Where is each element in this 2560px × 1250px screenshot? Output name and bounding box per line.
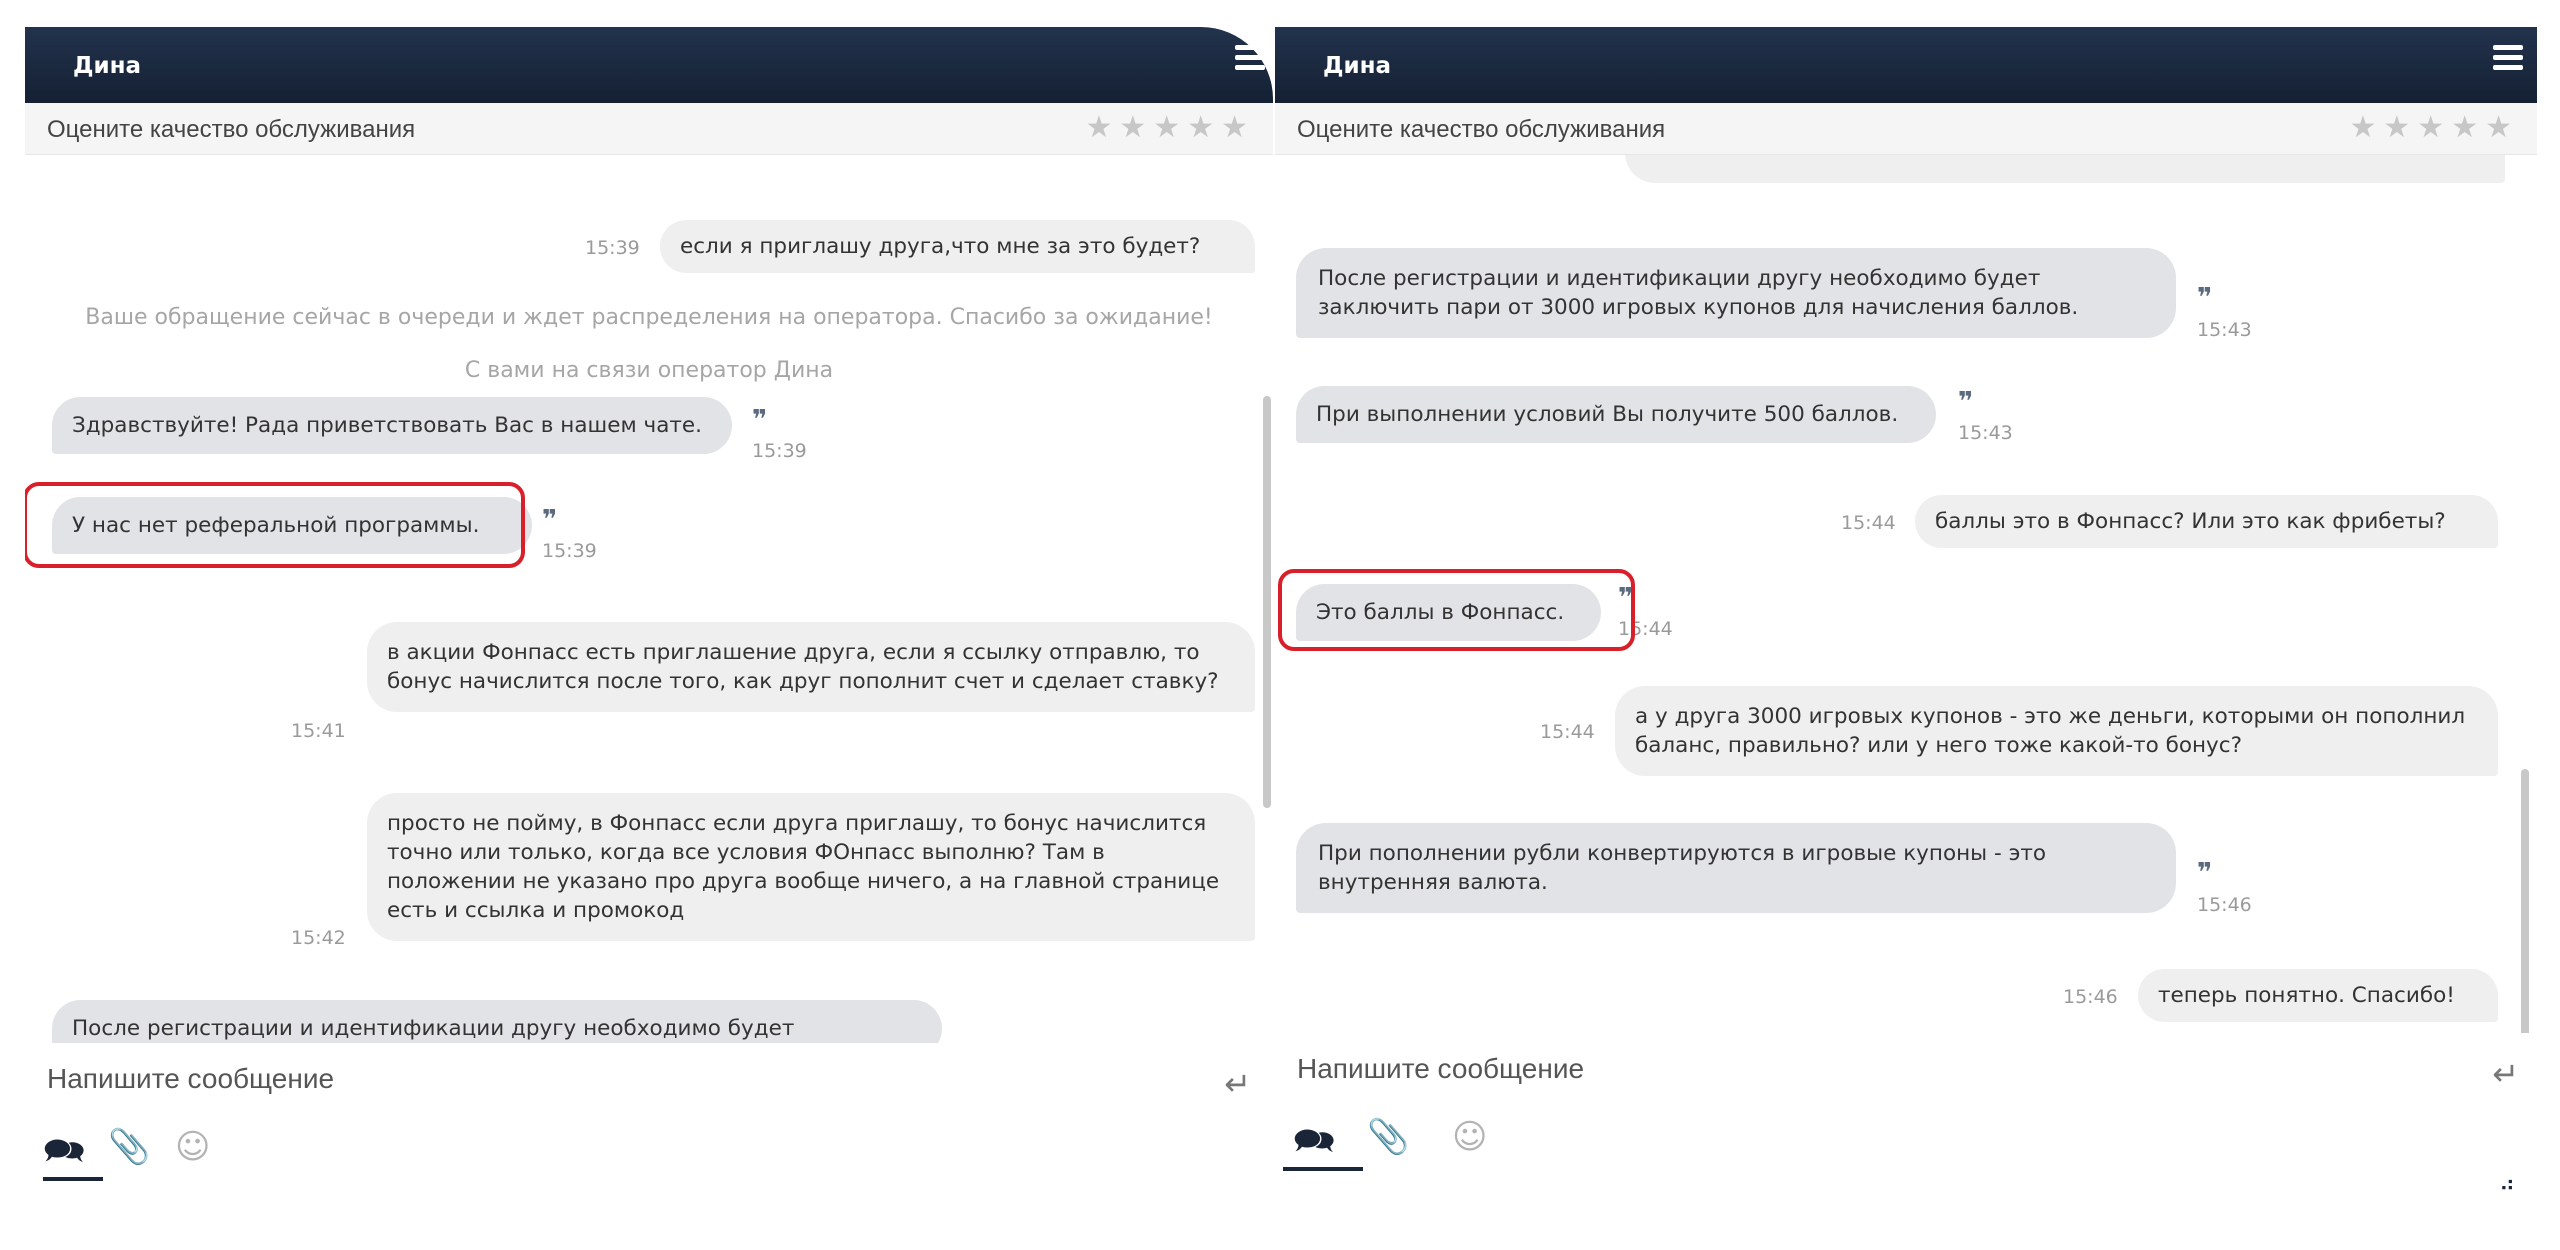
message-time: 15:39 [752,440,807,462]
message-time: 15:46 [2063,986,2118,1008]
rating-stars[interactable]: ★★★★★ [1086,110,1255,145]
enter-icon[interactable]: ↵ [2492,1055,2519,1093]
quote-icon: ❞ [1958,387,1974,417]
scrollbar[interactable] [1263,396,1271,808]
chat-bubbles-icon[interactable]: 🗪 [1293,1117,1335,1174]
chat-header: Дина [1275,27,2537,103]
quote-icon: ❞ [2197,858,2213,888]
message-list[interactable]: После регистрации и идентификации другу … [1275,155,2537,1033]
message-input[interactable]: Напишите сообщение [1297,1053,1584,1085]
message-outgoing: в акции Фонпасс есть приглашение друга, … [367,622,1255,712]
quote-icon: ❞ [752,405,768,435]
rating-bar: Оцените качество обслуживания ★★★★★ [1275,103,2537,155]
message-outgoing: а у друга 3000 игровых купонов - это же … [1615,686,2498,776]
message-incoming: После регистрации и идентификации другу … [1296,248,2176,338]
message-time: 15:44 [1540,721,1595,743]
chat-window-right: Дина Оцените качество обслуживания ★★★★★… [1275,27,2537,1197]
message-time: 15:46 [2197,894,2252,916]
message-time: 15:42 [291,927,346,949]
message-incoming: При выполнении условий Вы получите 500 б… [1296,386,1936,443]
message-list[interactable]: 15:39 если я приглашу друга,что мне за э… [25,155,1273,1043]
message-input[interactable]: Напишите сообщение [47,1063,334,1095]
quote-icon: ❞ [542,505,558,535]
highlight-box [25,482,525,568]
operator-name: Дина [1323,53,1392,79]
hamburger-menu-icon[interactable] [2493,45,2523,71]
message-outgoing [1625,155,2505,183]
message-incoming: Здравствуйте! Рада приветствовать Вас в … [52,397,732,454]
smiley-icon[interactable]: ☺ [1452,1117,1487,1157]
message-incoming: После регистрации и идентификации другу … [52,1000,942,1043]
message-time: 15:43 [1958,422,2013,444]
message-outgoing: баллы это в Фонпасс? Или это как фрибеты… [1915,495,2498,548]
message-time: 15:44 [1841,512,1896,534]
paperclip-icon[interactable]: 📎 [1367,1117,1409,1157]
system-message: С вами на связи оператор Дина [464,358,834,383]
scrollbar[interactable] [2521,769,2529,1033]
message-outgoing: если я приглашу друга,что мне за это буд… [660,220,1255,273]
operator-name: Дина [73,53,142,79]
message-time: 15:41 [291,720,346,742]
system-message: Ваше обращение сейчас в очереди и ждет р… [85,305,1213,330]
active-tab-underline [43,1177,103,1181]
rating-stars[interactable]: ★★★★★ [2350,110,2519,145]
chat-window-left: Дина Оцените качество обслуживания ★★★★★… [25,27,1273,1197]
resize-grip-icon[interactable]: ⠴ [2499,1172,2515,1197]
rating-bar: Оцените качество обслуживания ★★★★★ [25,103,1273,155]
hamburger-menu-icon[interactable] [1235,45,1265,71]
rating-label: Оцените качество обслуживания [1297,116,1666,143]
message-time: 15:43 [2197,319,2252,341]
smiley-icon[interactable]: ☺ [175,1127,210,1167]
quote-icon: ❞ [2197,283,2213,313]
active-tab-underline [1283,1167,1363,1171]
message-incoming: При пополнении рубли конвертируются в иг… [1296,823,2176,913]
message-outgoing: просто не пойму, в Фонпасс если друга пр… [367,793,1255,941]
enter-icon[interactable]: ↵ [1224,1065,1251,1103]
message-time: 15:39 [585,237,640,259]
rating-label: Оцените качество обслуживания [47,116,416,143]
highlight-box [1278,569,1635,651]
message-time: 15:39 [542,540,597,562]
message-outgoing: теперь понятно. Спасибо! [2138,969,2498,1022]
chat-bubbles-icon[interactable]: 🗪 [43,1127,85,1184]
chat-header: Дина [25,27,1273,103]
paperclip-icon[interactable]: 📎 [108,1127,150,1167]
